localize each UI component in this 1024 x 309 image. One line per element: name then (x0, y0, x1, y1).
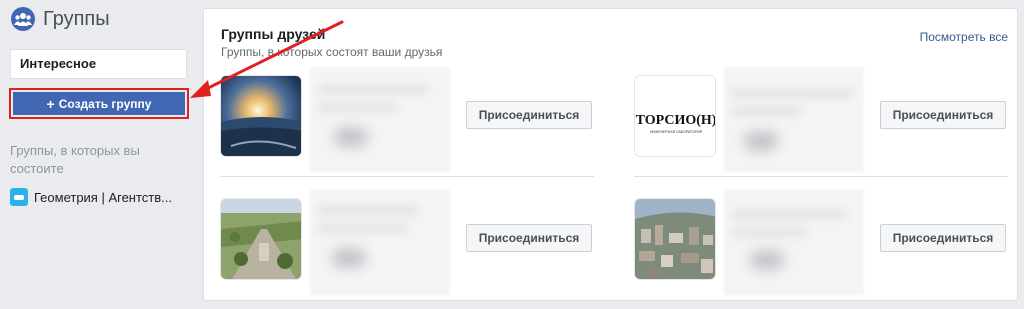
group-thumbnail[interactable]: ТОРСИО(Н) ИНЖЕНЕРНАЯ ЛАБОРАТОРИЯ (634, 75, 716, 157)
group-thumbnail[interactable] (220, 75, 302, 157)
see-all-link[interactable]: Посмотреть все (920, 30, 1008, 44)
sidebar-header: Группы (11, 7, 110, 31)
sidebar-item-geometry[interactable]: Геометрия | Агентств... (10, 188, 172, 206)
blurred-group-info (310, 67, 450, 172)
card-title: Группы друзей (221, 26, 326, 42)
create-group-button[interactable]: + Создать группу (13, 92, 185, 115)
logo-text: ТОРСИО(Н) (636, 113, 716, 128)
groups-icon (11, 7, 35, 31)
blurred-group-info (724, 190, 864, 295)
group-thumbnail[interactable] (634, 198, 716, 280)
join-button[interactable]: Присоединиться (880, 224, 1006, 252)
member-groups-heading: Группы, в которых вы состоите (10, 143, 140, 176)
plus-icon: + (46, 95, 55, 112)
divider (634, 176, 1008, 177)
create-button-highlight: + Создать группу (9, 88, 189, 119)
card-subtitle: Группы, в которых состоят ваши друзья (221, 45, 443, 59)
group-card: ТОРСИО(Н) ИНЖЕНЕРНАЯ ЛАБОРАТОРИЯ Присоед… (634, 67, 1012, 175)
page-title: Группы (43, 7, 110, 30)
blurred-group-info (310, 190, 450, 295)
logo-subtext: ИНЖЕНЕРНАЯ ЛАБОРАТОРИЯ (650, 130, 702, 134)
group-card: Присоединиться (220, 190, 598, 298)
tab-interesting[interactable]: Интересное (10, 49, 187, 79)
left-sidebar: Группы Интересное + Создать группу Групп… (0, 0, 196, 309)
blurred-group-info (724, 67, 864, 172)
divider (220, 176, 594, 177)
join-button[interactable]: Присоединиться (880, 101, 1006, 129)
group-thumbnail[interactable] (220, 198, 302, 280)
create-group-label: Создать группу (58, 96, 152, 111)
sidebar-item-label: Геометрия | Агентств... (34, 189, 172, 205)
friends-groups-card: Группы друзей Группы, в которых состоят … (203, 8, 1018, 301)
group-card: Присоединиться (220, 67, 598, 175)
join-button[interactable]: Присоединиться (466, 101, 592, 129)
join-button[interactable]: Присоединиться (466, 224, 592, 252)
group-avatar-icon (10, 188, 28, 206)
group-card: Присоединиться (634, 190, 1012, 298)
